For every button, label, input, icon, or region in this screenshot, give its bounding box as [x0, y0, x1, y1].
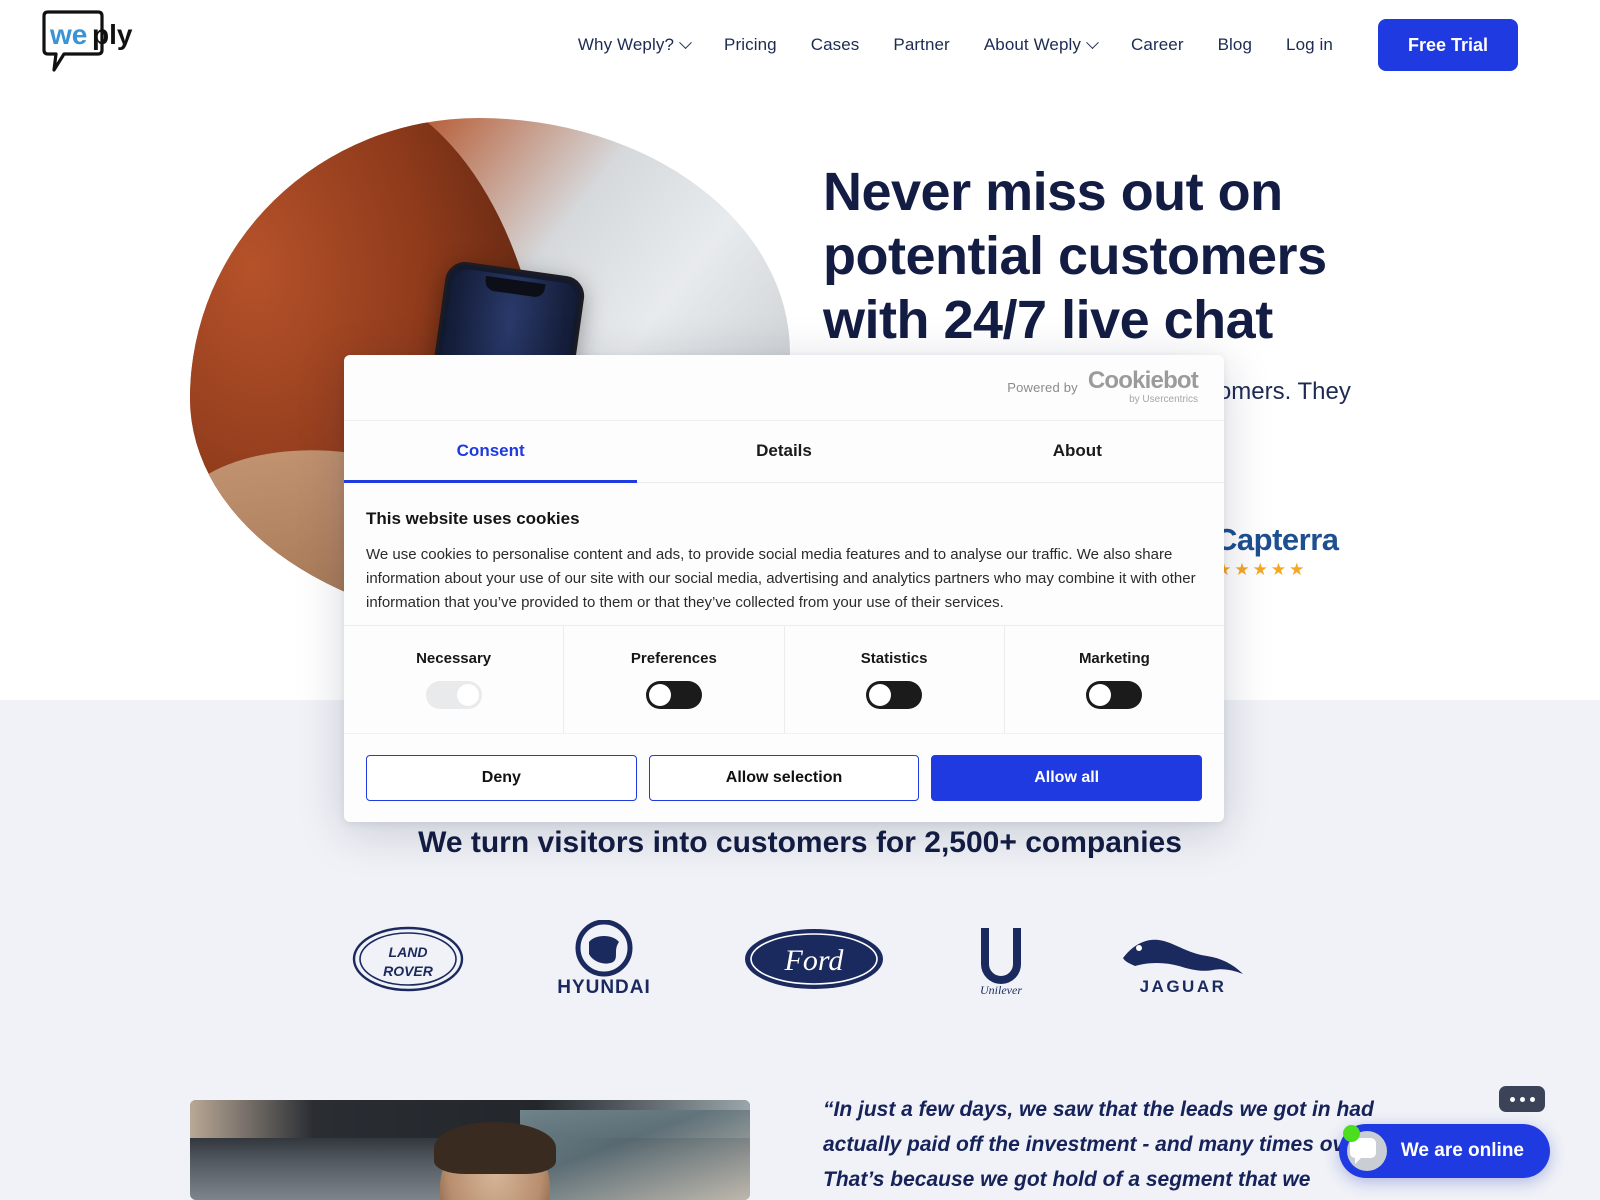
dot-icon	[1519, 1096, 1525, 1102]
svg-text:we: we	[49, 19, 87, 50]
cookie-body-text: We use cookies to personalise content an…	[366, 545, 1196, 611]
allow-selection-label: Allow selection	[725, 769, 843, 786]
deny-label: Deny	[481, 769, 521, 786]
main-navigation: Why Weply? Pricing Cases Partner About W…	[561, 0, 1518, 90]
svg-text:Unilever: Unilever	[980, 983, 1022, 997]
svg-text:ROVER: ROVER	[383, 963, 434, 979]
toggle-knob	[869, 683, 892, 706]
nav-item-log-in[interactable]: Log in	[1269, 35, 1350, 55]
toggle-knob	[648, 683, 671, 706]
nav-item-about-weply[interactable]: About Weply	[967, 35, 1114, 55]
chat-status-label: We are online	[1400, 1140, 1524, 1161]
deny-button[interactable]: Deny	[366, 755, 637, 801]
category-label: Necessary	[416, 649, 492, 667]
nav-label: Why Weply?	[577, 35, 675, 54]
svg-text:LAND: LAND	[389, 944, 428, 960]
powered-by-label: Powered by	[1007, 379, 1078, 395]
cookiebot-wordmark: Cookiebot	[1087, 367, 1199, 395]
page-title: Never miss out on potential customers wi…	[823, 162, 1327, 350]
person-hair	[434, 1122, 556, 1174]
nav-label: Blog	[1217, 35, 1253, 54]
tab-about[interactable]: About	[931, 421, 1224, 482]
site-header: we ply Why Weply? Pricing Cases Partner …	[0, 0, 1600, 90]
cookie-body-heading: This website uses cookies	[366, 508, 580, 528]
chevron-down-icon	[679, 35, 692, 49]
brand-logo-unilever: Unilever	[965, 920, 1037, 998]
testimonial-photo	[190, 1100, 750, 1200]
chevron-down-icon	[1086, 35, 1099, 49]
allow-all-button[interactable]: Allow all	[931, 755, 1203, 801]
nav-label: Cases	[810, 35, 860, 54]
online-status-dot	[1342, 1125, 1360, 1142]
testimonial-quote: “In just a few days, we saw that the lea…	[823, 1098, 1374, 1191]
nav-item-partner[interactable]: Partner	[876, 35, 966, 55]
free-trial-button[interactable]: Free Trial	[1377, 19, 1518, 71]
dot-icon	[1509, 1096, 1515, 1102]
cookie-dialog-body: This website uses cookies We use cookies…	[344, 483, 1224, 625]
category-label: Marketing	[1078, 649, 1150, 667]
cookie-dialog-tabs: Consent Details About	[344, 421, 1224, 483]
toggle-preferences[interactable]	[645, 680, 702, 709]
svg-text:Ford: Ford	[784, 944, 845, 977]
tab-label: Details	[756, 441, 812, 461]
allow-all-label: Allow all	[1034, 769, 1100, 786]
cookiebot-logo[interactable]: Cookiebot by Usercentrics	[1087, 367, 1199, 406]
cookiebot-subtitle: by Usercentrics	[1129, 394, 1198, 406]
free-trial-label: Free Trial	[1407, 34, 1488, 55]
svg-text:HYUNDAI: HYUNDAI	[557, 977, 651, 998]
category-label: Statistics	[860, 649, 928, 667]
cookie-dialog-header: Powered by Cookiebot by Usercentrics	[344, 355, 1224, 421]
brand-logo-hyundai: HYUNDAI	[545, 920, 663, 998]
nav-item-why-weply[interactable]: Why Weply?	[561, 35, 707, 55]
cookie-category-toggles: Necessary Preferences Statistics Marketi…	[344, 624, 1224, 734]
cookie-dialog-actions: Deny Allow selection Allow all	[344, 733, 1224, 822]
chat-typing-tooltip	[1499, 1086, 1545, 1112]
nav-label: Career	[1131, 35, 1184, 54]
brand-logo-ford: Ford	[743, 926, 885, 992]
toggle-necessary[interactable]	[425, 680, 482, 709]
toggle-statistics[interactable]	[866, 680, 923, 709]
chat-widget-launcher[interactable]: We are online	[1338, 1124, 1550, 1178]
toggle-marketing[interactable]	[1086, 680, 1143, 709]
category-label: Preferences	[630, 649, 717, 667]
tab-label: About	[1052, 441, 1102, 461]
page-root: we ply Why Weply? Pricing Cases Partner …	[0, 0, 1600, 1200]
brand-logo-land-rover: LAND ROVER	[351, 924, 465, 994]
nav-label: Partner	[893, 35, 950, 54]
nav-item-pricing[interactable]: Pricing	[707, 35, 794, 55]
nav-label: Pricing	[724, 35, 777, 54]
category-necessary: Necessary	[344, 625, 565, 734]
toggle-knob	[1089, 683, 1112, 706]
phone-notch	[484, 275, 546, 299]
nav-item-blog[interactable]: Blog	[1201, 35, 1269, 55]
tab-details[interactable]: Details	[637, 421, 930, 482]
cookie-consent-dialog: Powered by Cookiebot by Usercentrics Con…	[344, 355, 1224, 822]
category-preferences: Preferences	[564, 625, 785, 734]
nav-item-career[interactable]: Career	[1114, 35, 1201, 55]
weply-logo[interactable]: we ply	[40, 10, 160, 72]
brand-logo-jaguar: JAGUAR	[1117, 922, 1249, 996]
tab-consent[interactable]: Consent	[344, 421, 638, 483]
toggle-knob	[456, 683, 479, 706]
svg-text:JAGUAR: JAGUAR	[1140, 977, 1227, 996]
dot-icon	[1529, 1096, 1535, 1102]
capterra-wordmark: Capterra	[1215, 522, 1339, 557]
chat-avatar	[1342, 1125, 1387, 1171]
allow-selection-button[interactable]: Allow selection	[648, 755, 920, 801]
customer-logo-row: LAND ROVER HYUNDAI Ford Unilever JAGUAR	[0, 920, 1600, 998]
nav-label: About Weply	[983, 35, 1082, 54]
capterra-stars: ★★★★★	[1216, 560, 1308, 579]
svg-text:ply: ply	[92, 19, 133, 50]
nav-label: Log in	[1286, 35, 1333, 54]
nav-item-cases[interactable]: Cases	[794, 35, 877, 55]
category-marketing: Marketing	[1005, 626, 1224, 733]
social-proof-heading: We turn visitors into customers for 2,50…	[418, 826, 1182, 859]
category-statistics: Statistics	[785, 625, 1005, 734]
tab-label: Consent	[456, 441, 525, 461]
